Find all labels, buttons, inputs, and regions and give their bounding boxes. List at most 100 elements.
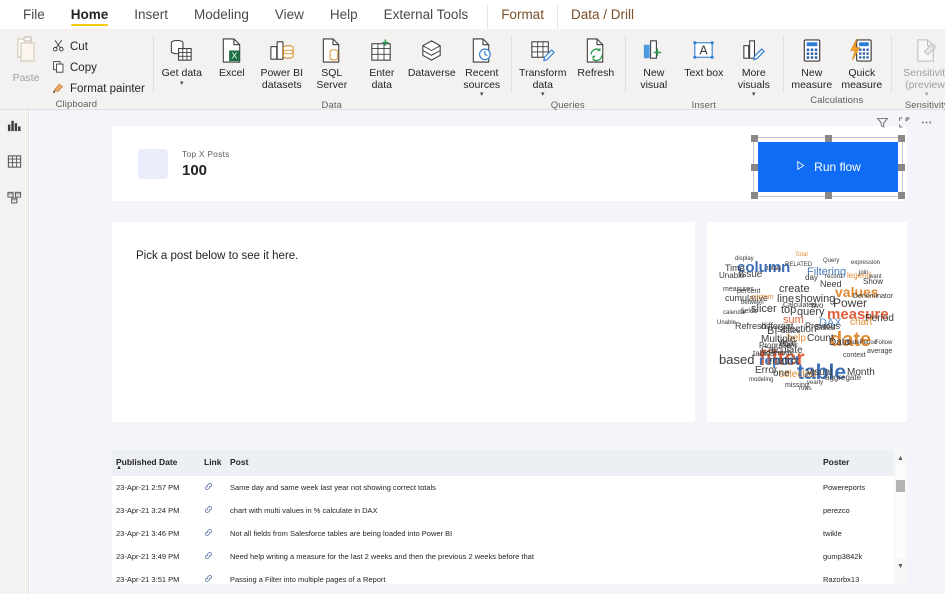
new-measure-button[interactable]: New measure	[787, 33, 837, 93]
tab-help[interactable]: Help	[317, 5, 371, 29]
word-cloud-word[interactable]: based	[719, 353, 754, 366]
word-cloud-word[interactable]: record	[825, 274, 842, 280]
column-header-published-date[interactable]: Published Date ▲	[112, 450, 200, 476]
column-header-link[interactable]: Link	[200, 450, 226, 476]
word-cloud-word[interactable]: blank	[781, 342, 798, 349]
transform-data-button[interactable]: Transform data ▾	[515, 33, 571, 100]
more-options-icon[interactable]	[920, 116, 933, 134]
table-row[interactable]: 23-Apr-21 3:24 PM chart with multi values…	[112, 499, 907, 522]
more-visuals-button[interactable]: More visuals ▾	[729, 33, 779, 100]
word-cloud-word[interactable]: calendar	[723, 310, 746, 316]
filter-funnel-icon[interactable]	[876, 116, 889, 134]
tab-insert[interactable]: Insert	[121, 5, 181, 29]
link-chain-icon[interactable]	[204, 575, 213, 584]
word-cloud-word[interactable]: Calculated	[783, 302, 816, 309]
chevron-up-icon[interactable]: ▲	[894, 452, 907, 464]
recent-sources-button[interactable]: Recent sources ▾	[457, 33, 507, 100]
cell-link[interactable]	[200, 499, 226, 522]
sidebar-item-report-view[interactable]	[2, 116, 26, 140]
word-cloud-word[interactable]: measures	[723, 286, 754, 293]
word-cloud-word[interactable]: average	[867, 348, 892, 355]
table-row[interactable]: 23-Apr-21 3:46 PM Not all fields from Sal…	[112, 522, 907, 545]
word-cloud-word[interactable]: DatePeriod	[847, 340, 877, 346]
word-cloud-word[interactable]: create	[779, 284, 810, 295]
tab-modeling[interactable]: Modeling	[181, 5, 262, 29]
word-cloud-word[interactable]: context	[843, 352, 866, 359]
word-cloud-word[interactable]: modeling	[749, 377, 773, 383]
word-cloud-word[interactable]: Query	[823, 258, 839, 264]
posts-table-visual[interactable]: Published Date ▲ Link Post Poster 23-Apr…	[112, 450, 907, 584]
focus-mode-icon[interactable]	[898, 116, 911, 134]
sidebar-item-data-view[interactable]	[2, 152, 26, 176]
post-detail-visual[interactable]: Pick a post below to see it here.	[112, 222, 695, 422]
cell-link[interactable]	[200, 568, 226, 584]
quick-measure-button[interactable]: Quick measure	[837, 33, 887, 93]
run-flow-button[interactable]: Run flow	[758, 142, 898, 192]
word-cloud-word[interactable]: one	[773, 369, 790, 379]
tab-view[interactable]: View	[262, 5, 317, 29]
resize-handle-sw[interactable]	[751, 192, 758, 199]
resize-handle-e[interactable]	[898, 164, 905, 171]
scrollbar-thumb[interactable]	[896, 480, 905, 492]
word-cloud-word[interactable]: RELATED	[785, 262, 812, 268]
word-cloud-word[interactable]: Time	[725, 264, 745, 273]
link-chain-icon[interactable]	[204, 506, 213, 516]
link-chain-icon[interactable]	[204, 529, 213, 539]
tab-home[interactable]: Home	[58, 5, 122, 29]
word-cloud-word[interactable]: Unable	[717, 320, 736, 326]
tab-external-tools[interactable]: External Tools	[371, 5, 482, 29]
word-cloud-word[interactable]: display	[735, 256, 754, 262]
dataverse-button[interactable]: Dataverse	[407, 33, 457, 82]
link-chain-icon[interactable]	[204, 552, 213, 562]
table-row[interactable]: 23-Apr-21 3:49 PM Need help writing a mea…	[112, 545, 907, 568]
word-cloud-word[interactable]: totals	[767, 266, 781, 272]
word-cloud-word[interactable]: Total	[795, 252, 808, 258]
power-bi-datasets-button[interactable]: Power BI datasets	[257, 33, 307, 93]
word-cloud-word[interactable]: join	[859, 270, 868, 276]
chevron-down-icon[interactable]: ▼	[894, 560, 907, 572]
link-chain-icon[interactable]	[204, 483, 213, 493]
word-cloud-word[interactable]: aggregate	[825, 374, 861, 382]
word-cloud-word[interactable]: rows	[799, 386, 812, 392]
format-painter-button[interactable]: Format painter	[48, 78, 149, 99]
word-cloud-word[interactable]: want	[869, 274, 882, 280]
word-cloud-word[interactable]: Follow	[875, 340, 892, 346]
table-row[interactable]: 23-Apr-21 3:51 PM Passing a Filter into m…	[112, 568, 907, 584]
text-box-button[interactable]: A Text box	[679, 33, 729, 82]
word-cloud-word[interactable]: dates	[781, 327, 801, 335]
cell-link[interactable]	[200, 522, 226, 545]
word-cloud-word[interactable]: Need	[820, 280, 842, 289]
sidebar-item-model-view[interactable]	[2, 188, 26, 212]
tab-data-drill[interactable]: Data / Drill	[556, 5, 647, 29]
column-header-post[interactable]: Post	[226, 450, 819, 476]
word-cloud-word[interactable]: Periods	[769, 350, 793, 357]
new-visual-button[interactable]: New visual	[629, 33, 679, 93]
word-cloud-word[interactable]: yearly	[807, 380, 823, 386]
copy-button[interactable]: Copy	[48, 57, 149, 78]
sensitivity-button[interactable]: Sensitivity(preview) ▾	[895, 33, 945, 100]
sql-server-button[interactable]: SQL Server	[307, 33, 357, 93]
word-cloud-word[interactable]: chart	[850, 318, 872, 328]
resize-handle-n[interactable]	[825, 135, 832, 142]
tab-file[interactable]: File	[10, 5, 58, 29]
report-canvas[interactable]: Top X Posts 100 Run flow Pick a post bel…	[30, 110, 945, 594]
tab-format[interactable]: Format	[487, 5, 557, 29]
word-cloud-word[interactable]: Denominator	[853, 293, 893, 300]
resize-handle-s[interactable]	[825, 192, 832, 199]
word-cloud-word[interactable]: between	[741, 300, 764, 306]
table-vertical-scrollbar[interactable]: ▲ ▼	[894, 450, 907, 584]
word-cloud-visual[interactable]: filter table date measure values column report…	[707, 222, 907, 422]
word-cloud-word[interactable]: day	[805, 274, 818, 282]
word-cloud-word[interactable]: Sales	[815, 324, 835, 332]
refresh-button[interactable]: Refresh	[571, 33, 621, 82]
paste-button[interactable]: Paste	[4, 33, 48, 84]
word-cloud-word[interactable]: expression	[851, 260, 880, 266]
enter-data-button[interactable]: Enter data	[357, 33, 407, 93]
cell-link[interactable]	[200, 476, 226, 499]
resize-handle-nw[interactable]	[751, 135, 758, 142]
excel-button[interactable]: X Excel	[207, 33, 257, 82]
resize-handle-w[interactable]	[751, 164, 758, 171]
cut-button[interactable]: Cut	[48, 36, 149, 57]
resize-handle-se[interactable]	[898, 192, 905, 199]
cell-link[interactable]	[200, 545, 226, 568]
